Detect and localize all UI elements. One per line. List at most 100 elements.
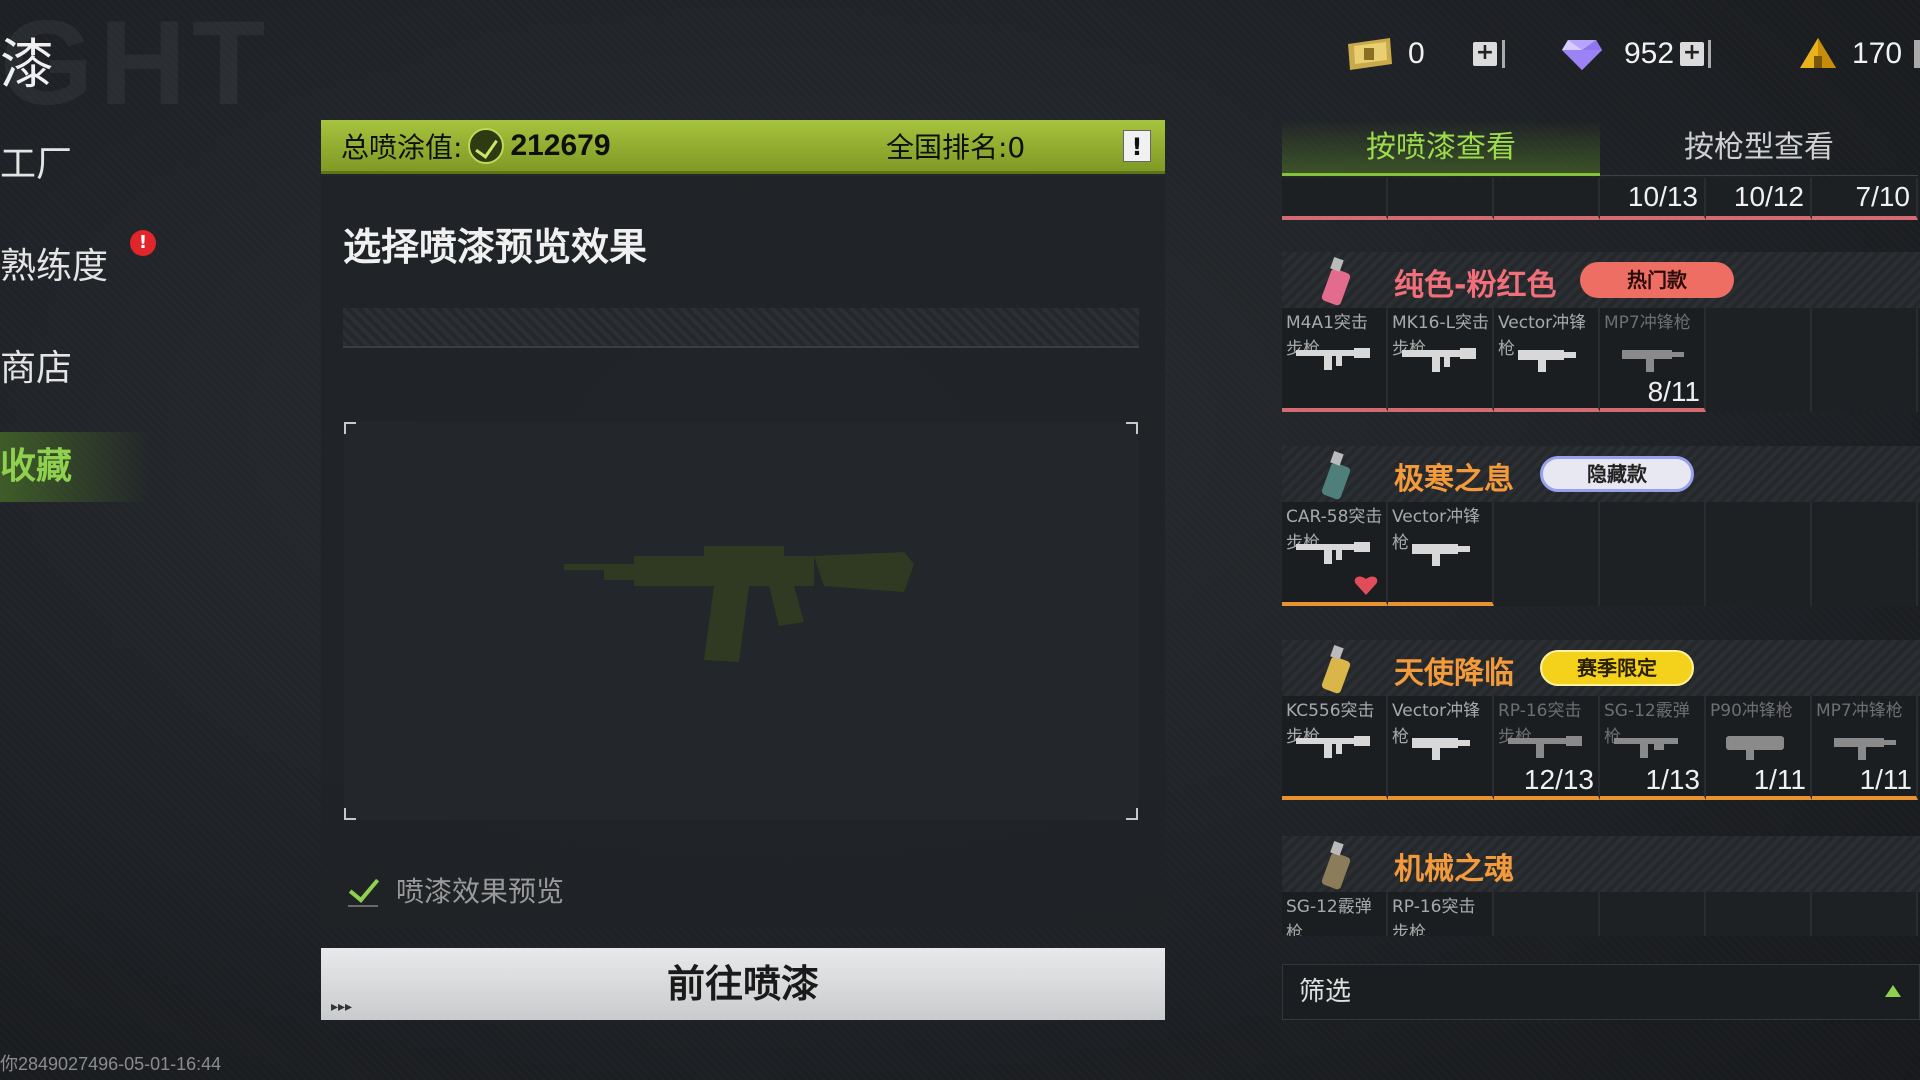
weapon-cell[interactable]: MK16-L突击步枪: [1388, 308, 1494, 412]
separator: [1502, 40, 1505, 68]
empty-slot: [1494, 502, 1600, 606]
nav-item-factory[interactable]: 工厂: [0, 130, 150, 200]
weapon-count-cell[interactable]: 10/12: [1706, 178, 1812, 220]
spray-can-icon: [1321, 840, 1351, 890]
separator: [1708, 40, 1711, 68]
weapon-cell[interactable]: Vector冲锋枪: [1494, 308, 1600, 412]
weapon-count-cell[interactable]: 7/10: [1812, 178, 1918, 220]
selected-spray-strip: [343, 308, 1139, 348]
weapon-count: 12/13: [1523, 764, 1594, 795]
spray-header[interactable]: 机械之魂: [1282, 836, 1920, 892]
nav-item-proficiency[interactable]: 熟练度: [0, 232, 150, 302]
previous-group-row: 10/13 10/12 7/10: [1282, 178, 1920, 220]
spray-group: 天使降临 赛季限定 KC556突击步枪 Vector冲锋枪 RP-16突击步枪 …: [1282, 640, 1920, 800]
shotgun-icon: [1614, 738, 1678, 758]
preview-toggle[interactable]: 喷漆效果预览: [346, 870, 564, 910]
go-spray-button[interactable]: 前往喷漆 ▸▸▸: [321, 948, 1165, 1020]
weapon-cell[interactable]: Vector冲锋枪: [1388, 696, 1494, 800]
tab-by-gun[interactable]: 按枪型查看: [1600, 120, 1918, 176]
score-bar: 总喷涂值: 212679 全国排名:0 !: [321, 120, 1165, 174]
filter-dropdown[interactable]: 筛选: [1282, 964, 1920, 1020]
weapon-name: MP7冲锋枪: [1816, 701, 1903, 721]
weapon-row: CAR-58突击步枪 Vector冲锋枪: [1282, 502, 1920, 606]
weapon-count: 1/13: [1645, 764, 1701, 795]
separator: [1914, 40, 1920, 68]
spray-name: 极寒之息: [1394, 462, 1514, 497]
smg-icon: [1726, 736, 1784, 760]
weapon-cell[interactable]: M4A1突击步枪: [1282, 308, 1388, 412]
rifle-icon: [1296, 542, 1370, 564]
weapon-count: 1/11: [1859, 764, 1912, 795]
weapon-cell[interactable]: P90冲锋枪 1/11: [1706, 696, 1812, 800]
hidden-badge: 隐藏款: [1540, 456, 1694, 492]
weapon-count-cell[interactable]: [1282, 178, 1388, 220]
weapon-count: 1/11: [1753, 764, 1806, 795]
spray-group: 纯色-粉红色 热门款 M4A1突击步枪 MK16-L突击步枪 Vector冲锋枪…: [1282, 252, 1920, 412]
weapon-count-cell[interactable]: [1494, 178, 1600, 220]
empty-slot: [1600, 502, 1706, 606]
preview-heading: 选择喷漆预览效果: [343, 225, 648, 269]
season-badge: 赛季限定: [1540, 650, 1694, 686]
ticket-currency: 0: [1344, 34, 1425, 74]
spray-can-icon: [1321, 644, 1351, 694]
empty-slot: [1494, 892, 1600, 936]
weapon-count-cell[interactable]: 10/13: [1600, 178, 1706, 220]
total-spray-value: 212679: [510, 128, 611, 162]
diamond-currency: 952: [1560, 34, 1674, 74]
spray-name: 纯色-粉红色: [1394, 268, 1557, 303]
weapon-name: RP-16突击步枪: [1392, 897, 1476, 936]
weapon-cell[interactable]: SG-12霰弹枪: [1282, 892, 1388, 936]
ticket-amount: 0: [1408, 37, 1425, 70]
nav-item-collection[interactable]: 收藏: [0, 432, 150, 502]
spray-name: 天使降临: [1394, 656, 1514, 691]
hot-badge: 热门款: [1580, 262, 1734, 298]
info-button[interactable]: !: [1123, 130, 1151, 162]
coin-amount: 170: [1852, 37, 1903, 70]
smg-icon: [1622, 350, 1684, 372]
weapon-cell[interactable]: RP-16突击步枪: [1388, 892, 1494, 936]
weapon-name: MP7冲锋枪: [1604, 313, 1691, 333]
weapon-cell[interactable]: KC556突击步枪: [1282, 696, 1388, 800]
spray-name: 机械之魂: [1394, 852, 1514, 887]
smg-icon: [1412, 544, 1470, 566]
preview-area: [344, 422, 1138, 820]
empty-slot: [1812, 502, 1918, 606]
rifle-icon: [1402, 348, 1476, 372]
weapon-cell[interactable]: RP-16突击步枪 12/13: [1494, 696, 1600, 800]
chevron-up-icon: [1885, 985, 1901, 997]
weapon-row: KC556突击步枪 Vector冲锋枪 RP-16突击步枪 12/13 SG-1…: [1282, 696, 1920, 800]
weapon-cell[interactable]: MP7冲锋枪 8/11: [1600, 308, 1706, 412]
heart-icon: [1354, 576, 1378, 595]
frame-corner: [1126, 422, 1138, 434]
arrows-icon: ▸▸▸: [331, 999, 353, 1015]
rifle-icon: [1296, 348, 1370, 370]
weapon-cell[interactable]: SG-12霰弹枪 1/13: [1600, 696, 1706, 800]
checkmark-icon: [346, 873, 380, 907]
weapon-cell[interactable]: Vector冲锋枪: [1388, 502, 1494, 606]
weapon-cell[interactable]: MP7冲锋枪 1/11: [1812, 696, 1918, 800]
spray-header[interactable]: 纯色-粉红色 热门款: [1282, 252, 1920, 308]
preview-toggle-label: 喷漆效果预览: [396, 875, 565, 908]
empty-slot: [1706, 308, 1812, 412]
frame-corner: [1126, 808, 1138, 820]
add-diamond-button[interactable]: +: [1680, 42, 1704, 66]
weapon-count-cell[interactable]: [1388, 178, 1494, 220]
weapon-count: 8/11: [1647, 376, 1700, 407]
spray-header[interactable]: 天使降临 赛季限定: [1282, 640, 1920, 696]
add-ticket-button[interactable]: +: [1473, 42, 1497, 66]
weapon-cell[interactable]: CAR-58突击步枪: [1282, 502, 1388, 606]
diamond-icon: [1560, 36, 1610, 72]
spray-header[interactable]: 极寒之息 隐藏款: [1282, 446, 1920, 502]
gold-pyramid-icon: [1798, 36, 1838, 72]
empty-slot: [1706, 502, 1812, 606]
frame-corner: [344, 808, 356, 820]
empty-slot: [1812, 892, 1918, 936]
weapon-name: SG-12霰弹枪: [1286, 897, 1372, 936]
nav-item-shop[interactable]: 商店: [0, 334, 150, 404]
player-id-timestamp: 你2849027496-05-01-16:44: [0, 1054, 222, 1074]
rifle-silhouette-icon: [564, 546, 914, 662]
spray-can-icon: [1321, 450, 1351, 500]
empty-slot: [1600, 892, 1706, 936]
tab-by-spray[interactable]: 按喷漆查看: [1282, 120, 1600, 176]
coin-currency: 170: [1798, 34, 1902, 74]
